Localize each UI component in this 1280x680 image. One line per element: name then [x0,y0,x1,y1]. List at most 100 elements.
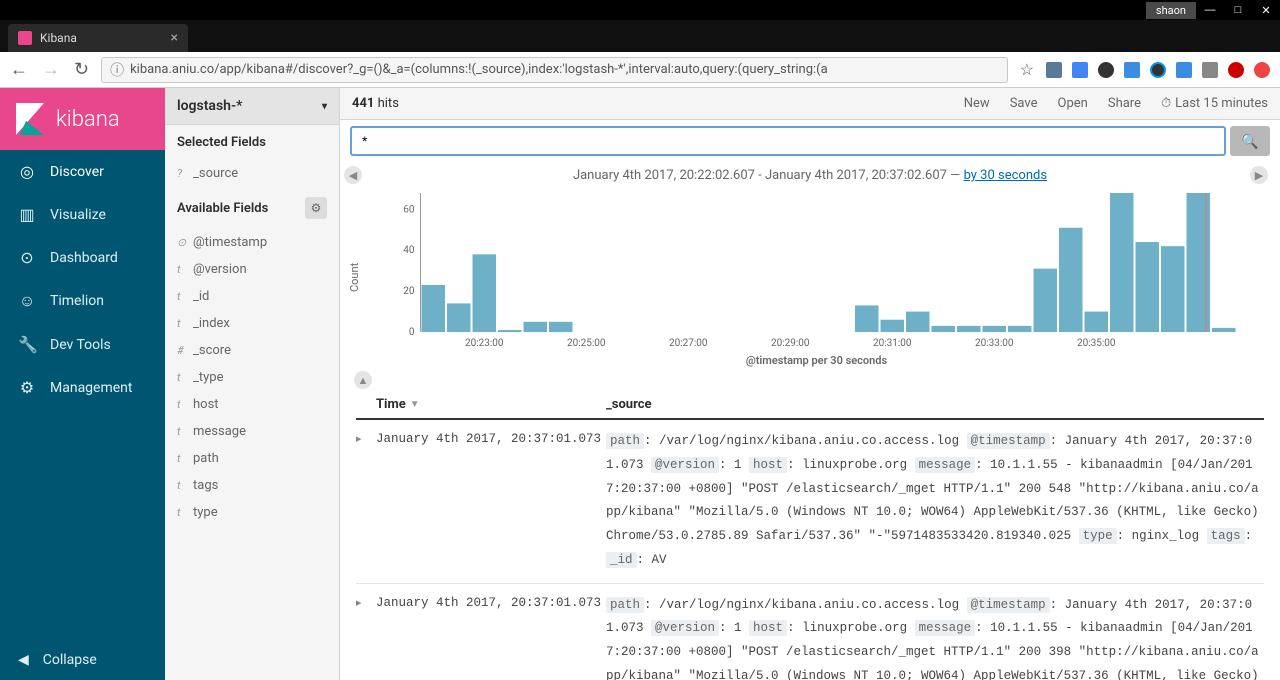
chart-collapse-up-icon[interactable]: ▲ [354,371,372,389]
dev tools-icon: 🔧 [18,335,36,354]
index-pattern-selector[interactable]: logstash-* ▾ [165,88,339,125]
ext-icon-4[interactable] [1124,62,1140,78]
field-type-icon: # [177,344,187,357]
field-id[interactable]: t_id [165,283,339,310]
field-version[interactable]: t@version [165,256,339,283]
chart-range-text: January 4th 2017, 20:22:02.607 - January… [573,168,964,183]
site-info-icon[interactable]: ⓘ [110,60,124,80]
field-message[interactable]: tmessage [165,418,339,445]
chart-svg[interactable]: 020406020:23:0020:25:0020:27:0020:29:002… [363,187,1270,352]
extension-icons [1046,62,1270,78]
chart-interval-link[interactable]: by 30 seconds [964,168,1047,183]
back-button[interactable]: ← [10,59,28,80]
field-type-icon: t [177,317,187,330]
open-button[interactable]: Open [1058,96,1088,111]
time-picker[interactable]: ⏱ Last 15 minutes [1161,96,1268,111]
tab-close-icon[interactable]: × [171,30,178,46]
field-type-icon: ? [177,167,187,180]
nav-arrows: ← → ↻ [10,59,89,80]
table-row: ▸ January 4th 2017, 20:37:01.073 path: /… [356,584,1264,680]
chart-collapse-left-icon[interactable]: ◀ [344,166,362,184]
reload-button[interactable]: ↻ [74,59,89,80]
field-name: host [193,397,219,412]
field-host[interactable]: thost [165,391,339,418]
maximize-button[interactable]: □ [1224,4,1252,17]
ext-icon-5[interactable] [1150,62,1166,78]
row-time: January 4th 2017, 20:37:01.073 [376,594,606,680]
source-key: path [606,433,644,449]
nav-item-discover[interactable]: ◎ Discover [0,150,165,193]
field-type[interactable]: t_type [165,364,339,391]
field-index[interactable]: t _index [165,310,339,337]
nav-item-visualize[interactable]: ▥Visualize [0,193,165,236]
discover-icon: ◎ [18,162,36,181]
search-button[interactable]: 🔍 [1230,126,1270,156]
svg-text:20:25:00: 20:25:00 [567,338,606,349]
kibana-logo[interactable]: kibana [0,88,165,150]
time-column-header[interactable]: Time▼ [376,397,606,412]
ext-icon-2[interactable] [1072,62,1088,78]
source-key: @timestamp [967,597,1050,613]
source-key: @timestamp [967,433,1050,449]
source-column-header[interactable]: _source [606,397,1264,412]
index-pattern-label: logstash-* [177,98,242,114]
field-name: type [193,505,218,520]
chart-collapse-right-icon[interactable]: ▶ [1250,166,1268,184]
field-name: @timestamp [193,235,267,250]
nav-item-timelion[interactable]: ☺Timelion [0,279,165,323]
new-button[interactable]: New [964,96,990,111]
clock-icon: ⏱ [1161,96,1171,111]
ext-icon-1[interactable] [1046,62,1062,78]
nav-item-management[interactable]: ⚙Management [0,366,165,409]
field-name: _index [193,316,230,331]
ext-icon-9[interactable] [1254,62,1270,78]
nav-item-dev-tools[interactable]: 🔧 Dev Tools [0,323,165,366]
nav-items: ◎ Discover ▥Visualize⊙Dashboard☺Timelion 🔧 D… [0,150,165,640]
ext-icon-6[interactable] [1176,62,1192,78]
os-user-tag: shaon [1146,2,1196,19]
collapse-button[interactable]: ◀ Collapse [0,640,165,680]
field-type[interactable]: ttype [165,499,339,526]
expand-row-icon[interactable]: ▸ [356,430,376,573]
field-type-icon: t [177,290,187,303]
nav-label: Discover [50,164,104,180]
ext-icon-7[interactable] [1202,62,1218,78]
search-input[interactable] [350,126,1226,156]
expand-row-icon[interactable]: ▸ [356,594,376,680]
ext-icon-8[interactable] [1228,62,1244,78]
bookmark-star-icon[interactable]: ☆ [1020,60,1034,79]
os-close-button[interactable]: ✕ [1252,4,1280,17]
collapse-label: Collapse [43,652,97,668]
field-name: path [193,451,219,466]
minimize-button[interactable]: — [1196,4,1224,17]
field-type-icon: t [177,479,187,492]
nav-label: Management [50,380,132,396]
field-type-icon: t [177,263,187,276]
row-source: path: /var/log/nginx/kibana.aniu.co.acce… [606,594,1264,680]
browser-tab[interactable]: Kibana × [8,24,188,52]
field-tags[interactable]: ttags [165,472,339,499]
svg-text:20:33:00: 20:33:00 [975,338,1014,349]
url-text: kibana.aniu.co/app/kibana#/discover?_g=(… [130,62,828,77]
field-filter-gear-icon[interactable]: ⚙ [305,197,327,219]
search-icon: 🔍 [1241,133,1258,149]
time-range-label: Last 15 minutes [1175,96,1268,111]
forward-button[interactable]: → [42,59,60,80]
x-axis-label: @timestamp per 30 seconds [363,352,1270,367]
svg-text:0: 0 [409,327,415,338]
ext-icon-3[interactable] [1098,62,1114,78]
nav-label: Dev Tools [50,337,111,353]
svg-text:20:29:00: 20:29:00 [771,338,810,349]
collapse-icon: ◀ [18,652,29,668]
field-source[interactable]: ?_source [165,160,339,187]
y-axis-label: Count [346,187,363,367]
field-timestamp[interactable]: ⊙@timestamp [165,229,339,256]
share-button[interactable]: Share [1108,96,1141,111]
source-key: @version [651,620,719,636]
nav-item-dashboard[interactable]: ⊙Dashboard [0,236,165,279]
svg-text:60: 60 [403,204,415,215]
field-path[interactable]: tpath [165,445,339,472]
save-button[interactable]: Save [1010,96,1038,111]
url-bar[interactable]: ⓘ kibana.aniu.co/app/kibana#/discover?_g… [101,57,1008,83]
field-score[interactable]: #_score [165,337,339,364]
